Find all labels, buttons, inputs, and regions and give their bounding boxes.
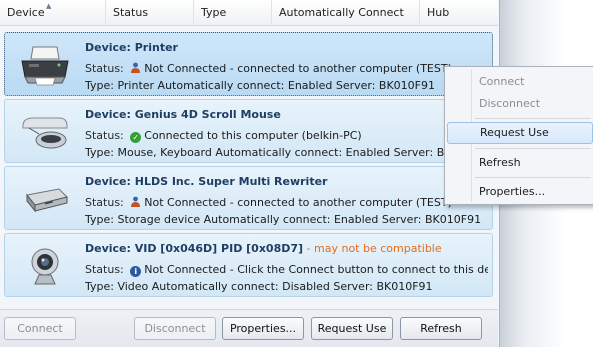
device-list: Device: Printer Status: Not Connected - … — [4, 32, 493, 300]
device-title: Device: VID [0x046D] PID [0x08D7] - may … — [85, 242, 442, 255]
device-detail: Type: Printer Automatically connect: Ena… — [85, 79, 435, 92]
device-detail: Type: Video Automatically connect: Disab… — [85, 280, 433, 293]
check-icon: ✓ — [130, 132, 142, 143]
column-type[interactable]: Type — [194, 0, 272, 26]
connect-button[interactable]: Connect — [4, 317, 76, 340]
column-hub-label: Hub — [427, 6, 450, 19]
webcam-icon — [19, 246, 71, 288]
sort-ascending-icon: ▲ — [46, 2, 52, 10]
device-status: Status: ✓ Connected to this computer (bel… — [85, 129, 362, 143]
device-row-webcam[interactable]: Device: VID [0x046D] PID [0x08D7] - may … — [4, 233, 493, 297]
person-icon — [130, 195, 141, 207]
device-row-storage[interactable]: Device: HLDS Inc. Super Multi Rewriter S… — [4, 166, 493, 230]
usb-hub-window: ▲ Device Status Type Automatically Conne… — [0, 0, 500, 347]
column-type-label: Type — [201, 6, 227, 19]
column-device[interactable]: ▲ Device — [0, 0, 106, 26]
menu-item-connect[interactable]: Connect — [447, 71, 593, 93]
column-device-label: Device — [7, 6, 45, 19]
refresh-button[interactable]: Refresh — [400, 317, 482, 340]
menu-separator — [475, 118, 591, 119]
disconnect-button[interactable]: Disconnect — [134, 317, 216, 340]
column-hub[interactable]: Hub — [420, 0, 494, 26]
device-detail: Type: Storage device Automatically conne… — [85, 213, 482, 226]
menu-separator — [475, 148, 591, 149]
person-icon — [130, 61, 141, 73]
device-title: Device: HLDS Inc. Super Multi Rewriter — [85, 175, 328, 188]
device-status: Status: i Not Connected - Click the Conne… — [85, 263, 488, 277]
menu-item-disconnect[interactable]: Disconnect — [447, 93, 593, 115]
menu-separator — [475, 177, 591, 178]
column-status[interactable]: Status — [106, 0, 194, 26]
request-use-button[interactable]: Request Use — [311, 317, 393, 340]
compatibility-warning: - may not be compatible — [303, 242, 442, 255]
device-detail: Type: Mouse, Keyboard Automatically conn… — [85, 146, 488, 159]
device-status: Status: Not Connected - connected to ano… — [85, 61, 452, 75]
printer-icon — [19, 45, 71, 87]
device-status: Status: Not Connected - connected to ano… — [85, 195, 452, 209]
column-auto-connect[interactable]: Automatically Connect — [272, 0, 420, 26]
column-status-label: Status — [113, 6, 149, 19]
menu-item-request-use[interactable]: Request Use — [447, 122, 593, 144]
menu-item-refresh[interactable]: Refresh — [447, 152, 593, 174]
info-icon: i — [130, 266, 142, 277]
drive-icon — [19, 179, 71, 221]
column-header: ▲ Device Status Type Automatically Conne… — [0, 0, 498, 26]
properties-button[interactable]: Properties... — [222, 317, 304, 340]
column-auto-connect-label: Automatically Connect — [279, 6, 404, 19]
mouse-icon — [19, 112, 71, 154]
device-title: Device: Genius 4D Scroll Mouse — [85, 108, 281, 121]
context-menu: Connect Disconnect Request Use Refresh P… — [444, 66, 593, 205]
menu-item-properties[interactable]: Properties... — [447, 181, 593, 203]
device-title: Device: Printer — [85, 41, 178, 54]
button-bar: Connect Disconnect Properties... Request… — [0, 309, 498, 347]
device-row-mouse[interactable]: Device: Genius 4D Scroll Mouse Status: ✓… — [4, 99, 493, 163]
device-row-printer[interactable]: Device: Printer Status: Not Connected - … — [4, 32, 493, 96]
